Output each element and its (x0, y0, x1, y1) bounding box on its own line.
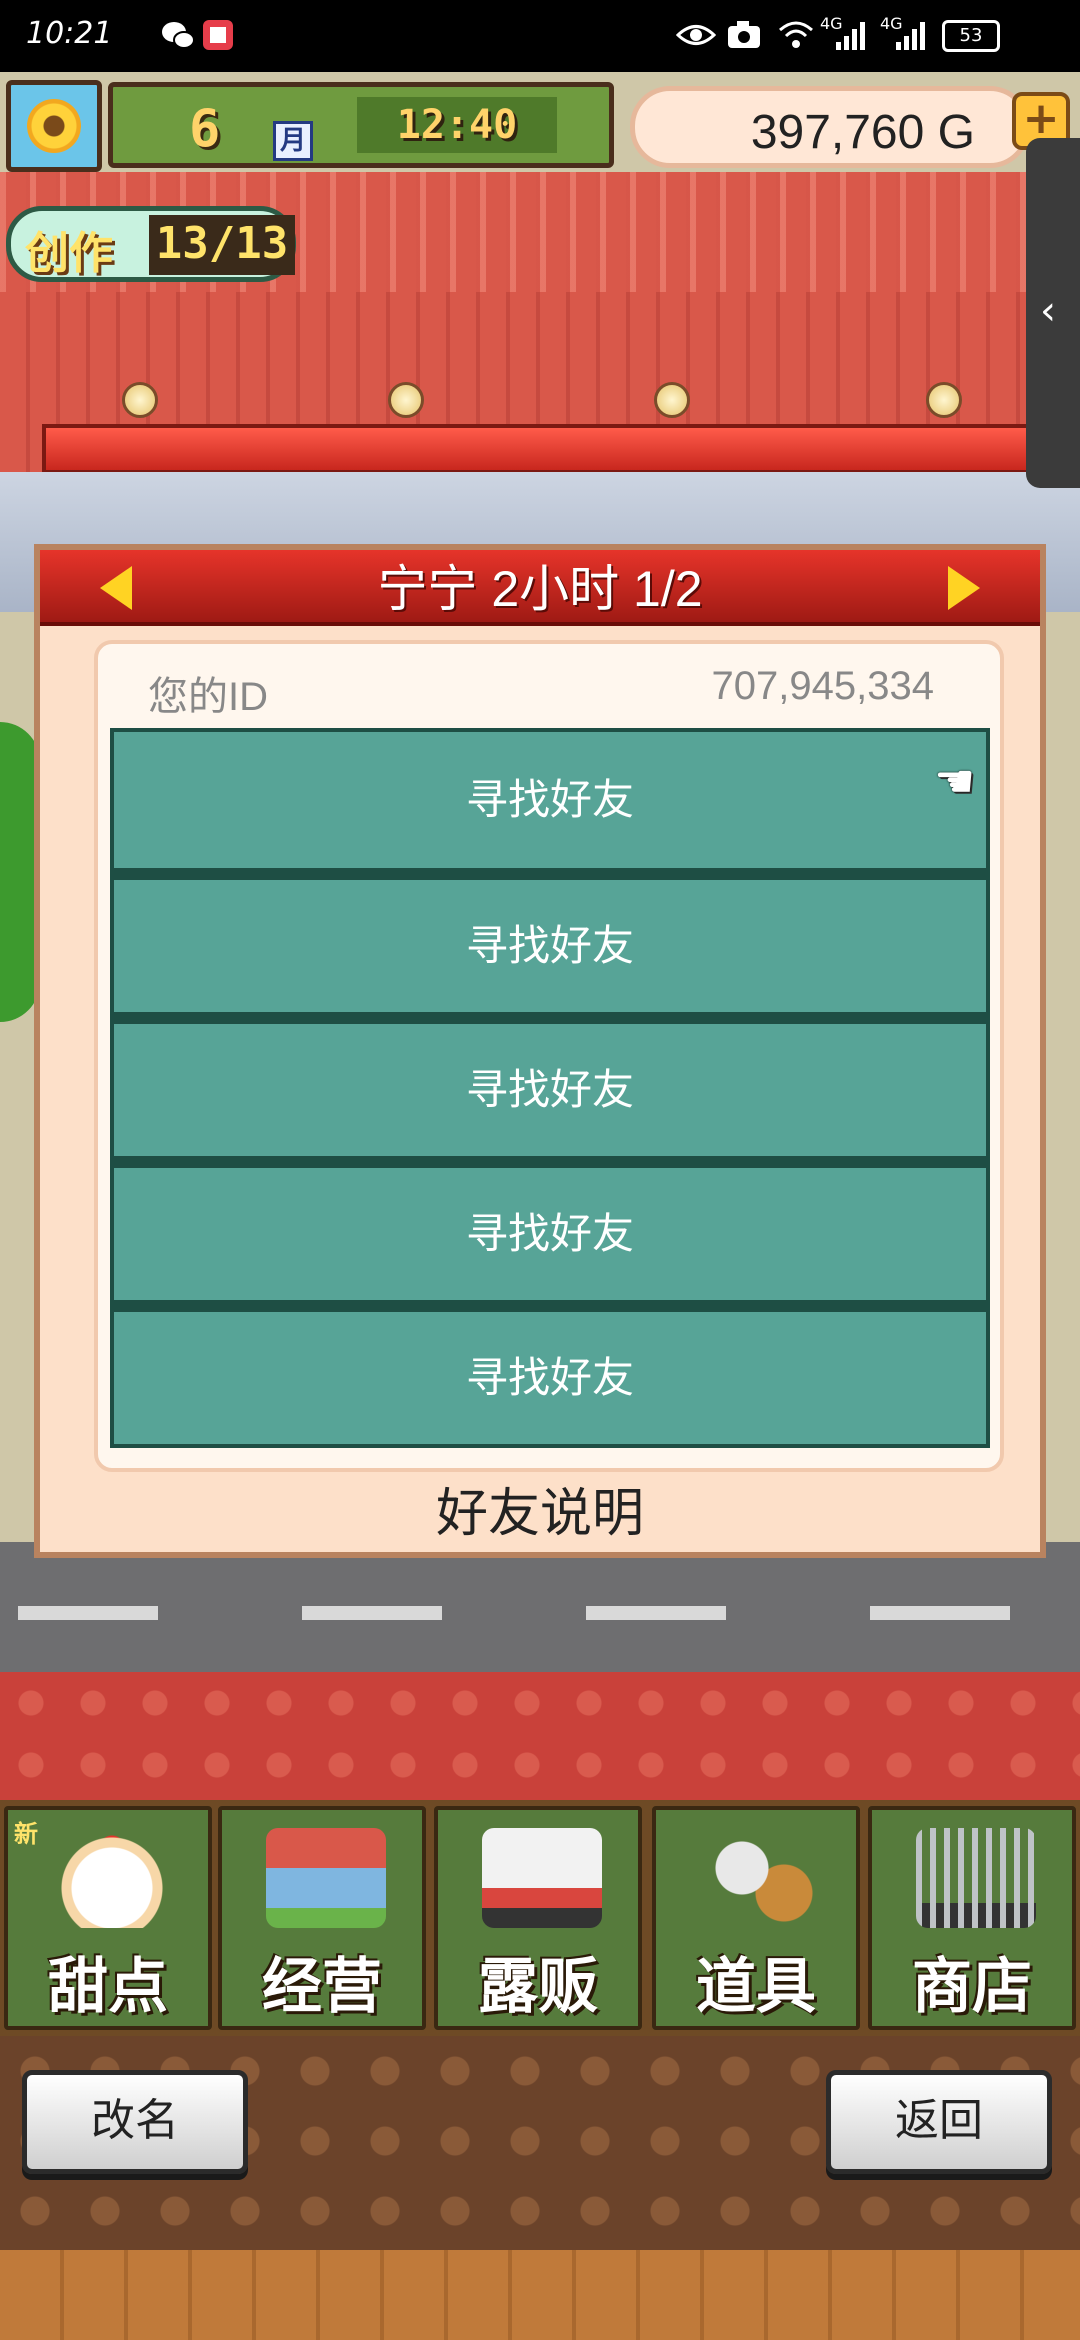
bottom-menu: 新 甜点 经营 露贩 道具 商店 (0, 1800, 1080, 2036)
id-value: 707,945,334 (711, 664, 934, 708)
sunflower-icon (27, 99, 81, 153)
road-line (870, 1606, 1010, 1620)
create-label: 创作 (25, 228, 113, 279)
new-badge: 新 (14, 1820, 38, 1848)
player-avatar[interactable] (6, 80, 102, 172)
lamp-icon (654, 382, 690, 418)
items-icon (700, 1828, 820, 1928)
signal-icon-2 (896, 22, 925, 50)
menu-item-business[interactable]: 经营 (218, 1806, 426, 2030)
lamp-icon (388, 382, 424, 418)
wifi-icon (779, 21, 813, 48)
find-friend-button[interactable]: 寻找好友 (110, 728, 990, 872)
find-friend-button[interactable]: 寻找好友 (110, 1016, 990, 1160)
money-value: 397,760 G (750, 106, 975, 159)
shop-awning (42, 424, 1042, 474)
back-button[interactable]: 返回 (826, 2070, 1052, 2174)
status-bar: 10:21 4G 4G 53 (0, 0, 1080, 72)
road-line (302, 1606, 442, 1620)
money-panel: 397,760 G (630, 86, 1030, 168)
store-icon (266, 1828, 386, 1928)
lamp-icon (926, 382, 962, 418)
signal-icon (836, 22, 865, 50)
id-label: 您的ID (148, 675, 268, 719)
month-number: 6 (189, 99, 221, 159)
create-badge: 创作 13/13 (6, 206, 296, 282)
menu-label: 露贩 (478, 1953, 598, 2020)
find-friend-button[interactable]: 寻找好友 (110, 1304, 990, 1448)
menu-item-shop[interactable]: 商店 (868, 1806, 1076, 2030)
menu-item-items[interactable]: 道具 (652, 1806, 860, 2030)
month-label: 月 (273, 121, 313, 161)
carpet (0, 1672, 1080, 1802)
side-panel-toggle[interactable]: ‹ (1026, 138, 1080, 488)
cart-icon (916, 1828, 1036, 1928)
road-line (18, 1606, 158, 1620)
road-line (586, 1606, 726, 1620)
food-truck-icon (482, 1828, 602, 1928)
friend-list-panel: 您的ID 707,945,334 寻找好友 寻找好友 寻找好友 寻找好友 寻找好… (94, 640, 1004, 1472)
friend-dialog: 宁宁 2小时 1/2 您的ID 707,945,334 寻找好友 寻找好友 寻找… (34, 544, 1046, 1558)
menu-item-desserts[interactable]: 新 甜点 (4, 1806, 212, 2030)
lamp-icon (122, 382, 158, 418)
menu-label: 商店 (912, 1953, 1032, 2020)
bottom-wood (0, 2250, 1080, 2340)
battery-level: 53 (959, 25, 983, 46)
hand-pointer-icon: ☚ (934, 754, 976, 808)
create-count: 13/13 (149, 215, 295, 275)
app-notification-icon (203, 20, 233, 50)
rename-button[interactable]: 改名 (22, 2070, 248, 2174)
dialog-title: 宁宁 2小时 1/2 (377, 561, 703, 617)
camera-icon (728, 21, 760, 48)
find-friend-button[interactable]: 寻找好友 (110, 1160, 990, 1304)
eye-icon (676, 25, 716, 45)
menu-label: 甜点 (48, 1953, 168, 2020)
find-friend-button[interactable]: 寻找好友 (110, 872, 990, 1016)
arrow-right-icon[interactable] (948, 566, 980, 610)
chevron-left-icon: ‹ (1040, 288, 1056, 334)
menu-label: 道具 (696, 1953, 816, 2020)
cake-icon (52, 1828, 172, 1928)
date-panel: 6 月 12:40 (108, 82, 614, 168)
game-clock: 12:40 (357, 97, 557, 153)
menu-label: 经营 (262, 1953, 382, 2020)
menu-item-food-truck[interactable]: 露贩 (434, 1806, 642, 2030)
friend-list: 寻找好友 寻找好友 寻找好友 寻找好友 寻找好友 (110, 728, 994, 1448)
status-time: 10:21 (26, 16, 113, 51)
wechat-icon (162, 22, 195, 49)
friend-help-button[interactable]: 好友说明 (40, 1474, 1040, 1554)
battery-icon: 53 (942, 20, 1000, 52)
dialog-header: 宁宁 2小时 1/2 (40, 550, 1040, 626)
